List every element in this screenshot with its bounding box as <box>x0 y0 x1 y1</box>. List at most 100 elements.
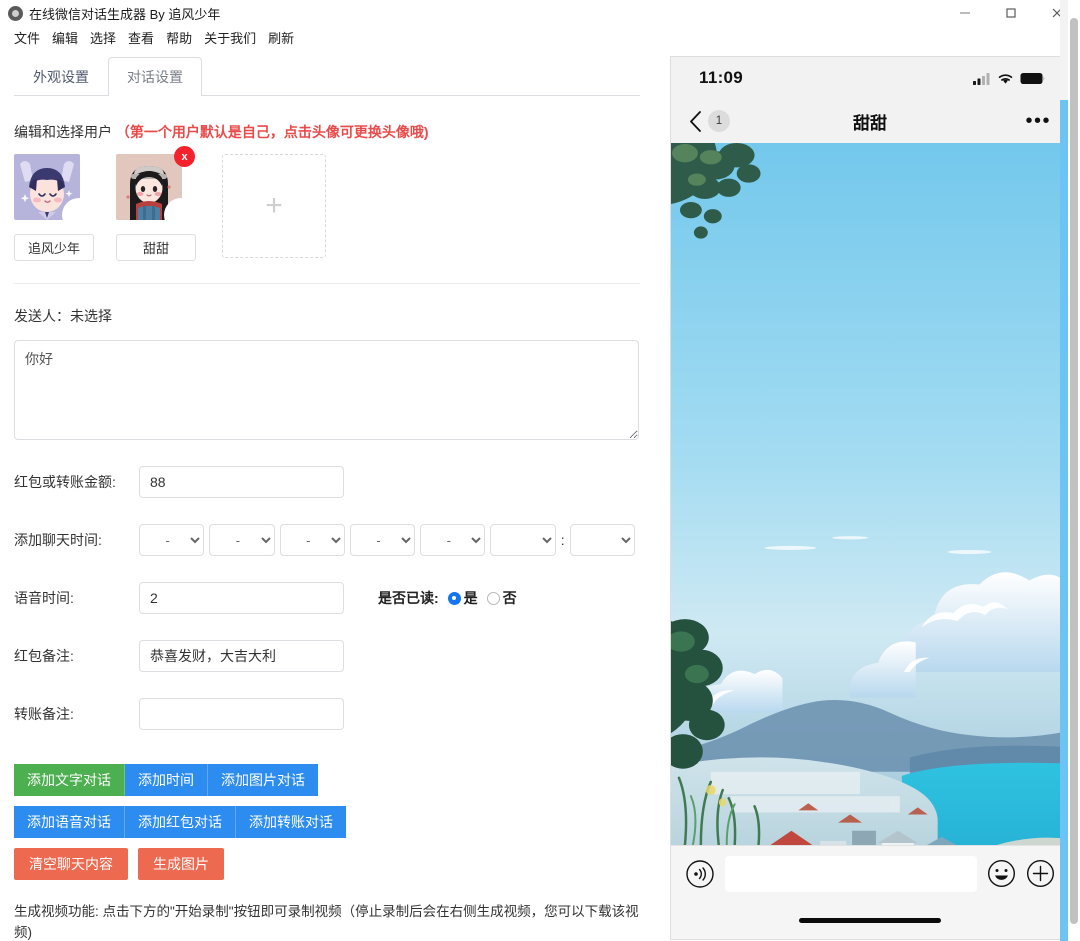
wifi-icon <box>998 73 1013 84</box>
settings-pane: 外观设置 对话设置 编辑和选择用户 （第一个用户默认是自己，点击头像可更换头像哦… <box>0 48 660 941</box>
voice-time-input[interactable] <box>139 582 344 614</box>
read-state-no-label: 否 <box>502 590 517 606</box>
amount-input[interactable] <box>139 466 344 498</box>
preview-pane: 11:09 1 甜甜 ••• <box>660 48 1080 941</box>
add-dialog-group-2: 添加语音对话 添加红包对话 添加转账对话 <box>14 806 346 838</box>
add-voice-dialog-button[interactable]: 添加语音对话 <box>14 806 125 838</box>
tab-appearance-settings[interactable]: 外观设置 <box>14 57 108 96</box>
transfer-note-input[interactable] <box>139 698 344 730</box>
clear-chat-button[interactable]: 清空聊天内容 <box>14 848 128 880</box>
voice-time-label: 语音时间: <box>14 590 74 606</box>
page-scrollbar-thumb[interactable] <box>1070 18 1078 924</box>
unread-badge: 1 <box>708 110 730 132</box>
time-separator: : <box>560 532 565 548</box>
avatar-wrapper[interactable]: x <box>116 146 198 232</box>
status-icons <box>973 72 1045 85</box>
window-title: 在线微信对话生成器 By 追风少年 <box>29 6 221 22</box>
menu-view[interactable]: 查看 <box>122 27 160 48</box>
home-indicator-bar <box>799 917 941 923</box>
tab-bar: 外观设置 对话设置 <box>14 56 640 96</box>
back-button[interactable]: 1 <box>689 110 730 132</box>
sender-line: 发送人：未选择 <box>14 306 640 326</box>
add-text-dialog-button[interactable]: 添加文字对话 <box>14 764 125 796</box>
redpacket-note-input[interactable] <box>139 640 344 672</box>
time-minute-select[interactable] <box>569 524 635 556</box>
time-day-select[interactable]: - <box>279 524 345 556</box>
time-hour-select[interactable] <box>490 524 556 556</box>
add-image-dialog-button[interactable]: 添加图片对话 <box>208 764 318 796</box>
status-time: 11:09 <box>699 68 744 87</box>
menu-edit[interactable]: 编辑 <box>46 27 84 48</box>
smiley-face-icon[interactable] <box>987 859 1016 888</box>
more-horizontal-icon[interactable]: ••• <box>1025 111 1051 131</box>
user-card: 追风少年 <box>14 154 96 261</box>
main-content: 外观设置 对话设置 编辑和选择用户 （第一个用户默认是自己，点击头像可更换头像哦… <box>0 48 1080 941</box>
amount-row: 红包或转账金额: <box>14 466 640 498</box>
generate-image-button[interactable]: 生成图片 <box>138 848 224 880</box>
minimize-button[interactable] <box>942 0 988 26</box>
home-indicator-area <box>671 901 1069 939</box>
delete-user-badge[interactable]: x <box>174 146 195 167</box>
avatar-status-circle <box>164 198 198 232</box>
time-weekday-select[interactable]: - <box>349 524 416 556</box>
maximize-button[interactable] <box>988 0 1034 26</box>
menu-refresh[interactable]: 刷新 <box>262 27 300 48</box>
users-section-title: 编辑和选择用户 （第一个用户默认是自己，点击头像可更换头像哦) <box>14 122 640 142</box>
radio-unselected-icon[interactable] <box>486 591 500 605</box>
menu-select[interactable]: 选择 <box>84 27 122 48</box>
phone-status-bar: 11:09 <box>671 57 1069 99</box>
tab-dialog-settings[interactable]: 对话设置 <box>108 57 202 96</box>
utility-buttons: 清空聊天内容 生成图片 <box>14 848 640 880</box>
chevron-left-icon <box>690 110 701 132</box>
time-month-select[interactable]: - <box>209 524 275 556</box>
redpacket-note-label: 红包备注: <box>14 648 74 664</box>
add-redpacket-dialog-button[interactable]: 添加红包对话 <box>125 806 236 838</box>
chat-wallpaper-area <box>671 143 1069 845</box>
voice-wave-icon[interactable] <box>685 859 715 889</box>
time-year-select[interactable]: - <box>139 524 205 556</box>
message-input[interactable] <box>725 855 977 892</box>
redpacket-note-row: 红包备注: <box>14 640 640 672</box>
user-card: x 甜甜 <box>116 146 198 261</box>
avatar-wrapper[interactable] <box>14 154 96 232</box>
read-state-yes-label: 是 <box>463 590 478 606</box>
menu-file[interactable]: 文件 <box>8 27 46 48</box>
user-name-field[interactable]: 甜甜 <box>116 234 196 261</box>
add-transfer-dialog-button[interactable]: 添加转账对话 <box>236 806 346 838</box>
app-logo-icon <box>8 5 23 21</box>
plus-circle-icon[interactable] <box>1026 859 1055 888</box>
read-state-yes[interactable]: 是 <box>447 588 478 608</box>
radio-selected-icon[interactable] <box>447 591 461 605</box>
transfer-note-label: 转账备注: <box>14 706 74 722</box>
add-dialog-buttons: 添加文字对话 添加时间 添加图片对话 添加语音对话 添加红包对话 添加转账对话 <box>14 764 640 838</box>
avatar-status-circle <box>62 198 96 232</box>
read-state-no[interactable]: 否 <box>486 588 517 608</box>
read-state-group: 是否已读: 是 否 <box>378 588 517 608</box>
user-name-field[interactable]: 追风少年 <box>14 234 94 261</box>
message-textarea[interactable]: 你好 <box>14 340 639 440</box>
title-bar: 在线微信对话生成器 By 追风少年 <box>0 0 1080 26</box>
menu-about[interactable]: 关于我们 <box>198 27 262 48</box>
battery-full-icon <box>1020 72 1045 84</box>
chat-time-label: 添加聊天时间: <box>14 532 102 548</box>
menu-help[interactable]: 帮助 <box>160 27 198 48</box>
amount-label: 红包或转账金额: <box>14 474 116 490</box>
phone-preview: 11:09 1 甜甜 ••• <box>670 56 1070 940</box>
page-scrollbar-track[interactable] <box>1068 0 1080 941</box>
preview-scrollbar-thumb[interactable] <box>1060 100 1068 941</box>
chat-time-row: 添加聊天时间: - - - - - : <box>14 524 640 556</box>
add-time-button[interactable]: 添加时间 <box>125 764 208 796</box>
preview-scrollbar-track[interactable] <box>1060 0 1068 941</box>
sender-label: 发送人： <box>14 308 70 324</box>
users-section-hint: （第一个用户默认是自己，点击头像可更换头像哦) <box>115 124 429 140</box>
users-section-label: 编辑和选择用户 <box>14 124 112 140</box>
record-description: 生成视频功能: 点击下方的"开始录制"按钮即可录制视频（停止录制后会在右侧生成视… <box>14 904 639 940</box>
add-dialog-group-1: 添加文字对话 添加时间 添加图片对话 <box>14 764 318 796</box>
sender-value: 未选择 <box>70 308 112 324</box>
menu-bar: 文件 编辑 选择 查看 帮助 关于我们 刷新 <box>0 26 1080 48</box>
time-period-select[interactable]: - <box>420 524 486 556</box>
add-user-button[interactable]: + <box>222 154 326 258</box>
anime-coastal-town-wallpaper <box>671 143 1069 845</box>
read-state-label: 是否已读: <box>378 590 439 606</box>
cellular-signal-icon <box>973 72 990 85</box>
